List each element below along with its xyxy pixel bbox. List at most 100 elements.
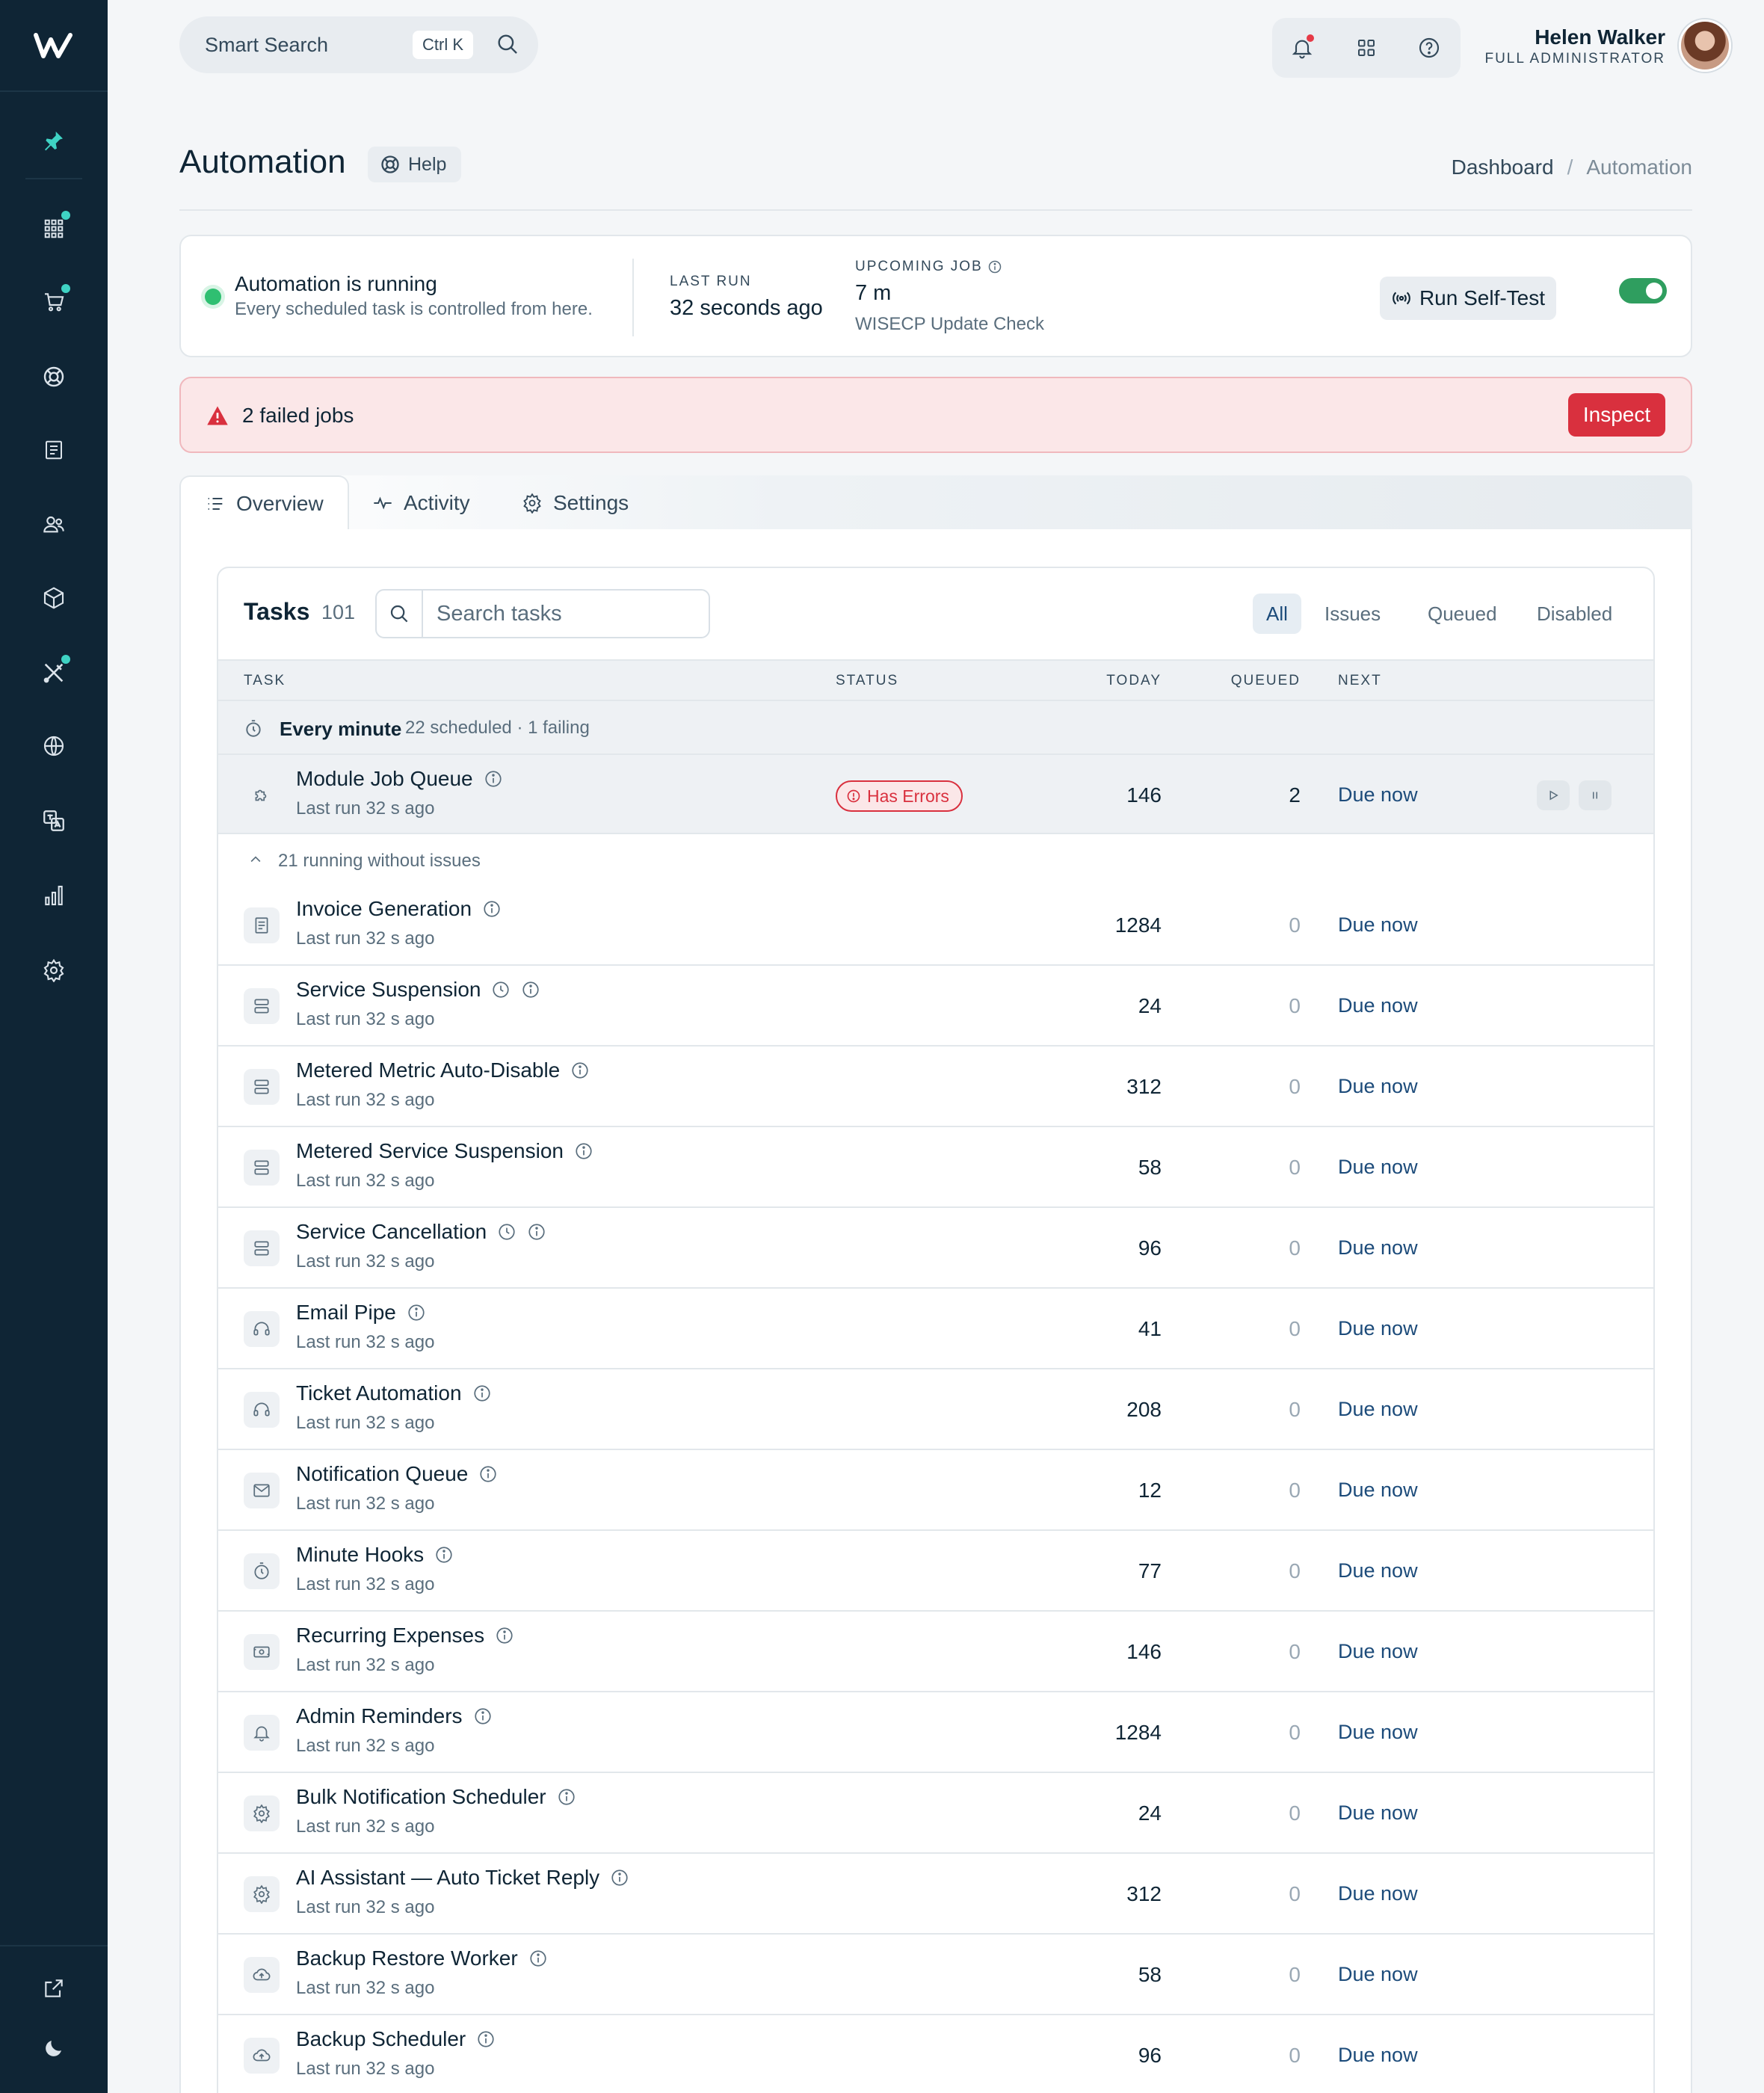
headset-icon <box>244 1392 280 1428</box>
table-row[interactable]: Metered Metric Auto-Disable Last run 32 s… <box>218 1046 1653 1127</box>
sidebar-item-open-client-area[interactable] <box>33 1967 75 2009</box>
filter-all[interactable]: All <box>1253 594 1301 634</box>
sidebar-item-reports[interactable] <box>33 875 75 916</box>
table-row[interactable]: Minute Hooks Last run 32 s ago 77 0 Due now <box>218 1531 1653 1612</box>
pause-button[interactable] <box>1579 780 1612 810</box>
info-icon[interactable] <box>476 2029 496 2049</box>
apps-grid-icon <box>1358 40 1375 56</box>
pulse-icon <box>374 496 392 510</box>
sidebar-item-domains[interactable] <box>33 725 75 767</box>
info-icon[interactable] <box>570 1061 590 1080</box>
filter-disabled[interactable]: Disabled <box>1523 594 1626 634</box>
task-next[interactable]: Due now <box>1338 1801 1418 1825</box>
sidebar-item-support[interactable] <box>33 356 75 398</box>
sidebar-item-languages[interactable] <box>33 800 75 842</box>
task-next[interactable]: Due now <box>1338 1721 1418 1744</box>
table-row[interactable]: AI Assistant — Auto Ticket Reply Last run… <box>218 1854 1653 1935</box>
info-icon[interactable] <box>610 1868 629 1887</box>
info-icon[interactable] <box>478 1464 498 1484</box>
task-next[interactable]: Due now <box>1338 1559 1418 1582</box>
sidebar-item-billing[interactable] <box>33 429 75 471</box>
task-next[interactable]: Due now <box>1338 1963 1418 1986</box>
table-row[interactable]: Metered Service Suspension Last run 32 s … <box>218 1127 1653 1208</box>
table-row[interactable]: Recurring Expenses Last run 32 s ago 146 0 D… <box>218 1612 1653 1692</box>
play-icon <box>1549 790 1558 801</box>
info-icon[interactable] <box>557 1787 576 1807</box>
automation-toggle[interactable] <box>1619 278 1667 303</box>
task-next[interactable]: Due now <box>1338 994 1418 1017</box>
cloud-upload-icon <box>244 2038 280 2074</box>
schedule-group[interactable]: Every minute 22 scheduled · 1 failing <box>218 701 1653 755</box>
filter-queued[interactable]: Queued <box>1414 594 1511 634</box>
notifications-button[interactable] <box>1286 31 1319 64</box>
apps-button[interactable] <box>1350 31 1383 64</box>
task-next[interactable]: Due now <box>1338 1317 1418 1340</box>
theme-toggle[interactable] <box>33 2027 75 2069</box>
info-icon[interactable] <box>521 980 540 999</box>
inspect-button[interactable]: Inspect <box>1568 393 1665 437</box>
sidebar-item-pinned[interactable] <box>33 120 75 161</box>
task-next[interactable]: Due now <box>1338 1640 1418 1663</box>
help-button[interactable]: Help <box>368 147 462 182</box>
smart-search[interactable]: Smart Search Ctrl K <box>179 16 538 73</box>
task-search-input[interactable] <box>425 591 709 637</box>
table-row[interactable]: Bulk Notification Scheduler Last run 32 s… <box>218 1773 1653 1854</box>
sidebar-item-settings[interactable] <box>33 949 75 991</box>
search-icon[interactable] <box>377 591 423 637</box>
clock-icon[interactable] <box>497 1222 516 1242</box>
info-icon[interactable] <box>407 1303 426 1322</box>
task-next[interactable]: Due now <box>1338 2044 1418 2067</box>
info-icon[interactable] <box>434 1545 454 1565</box>
tab-overview[interactable]: Overview <box>179 475 349 531</box>
task-today: 12 <box>1138 1479 1162 1502</box>
info-icon[interactable] <box>527 1222 546 1242</box>
page-title: Automation <box>179 144 346 180</box>
run-self-test-button[interactable]: Run Self-Test <box>1380 277 1556 320</box>
sidebar-item-orders[interactable] <box>33 281 75 323</box>
info-icon[interactable] <box>484 769 503 789</box>
clock-icon[interactable] <box>491 980 511 999</box>
info-icon[interactable] <box>528 1949 548 1968</box>
task-next[interactable]: Due now <box>1338 1156 1418 1179</box>
info-icon[interactable] <box>574 1141 593 1161</box>
task-next[interactable]: Due now <box>1338 1398 1418 1421</box>
tools-icon <box>43 663 64 683</box>
breadcrumb-dashboard[interactable]: Dashboard <box>1452 155 1554 179</box>
sidebar-item-tools[interactable] <box>33 652 75 694</box>
table-row[interactable]: Invoice Generation Last run 32 s ago 1284 0… <box>218 885 1653 966</box>
task-next[interactable]: Due now <box>1338 1479 1418 1502</box>
table-row[interactable]: Service Cancellation Last run 32 s ago 96 0… <box>218 1208 1653 1289</box>
sidebar-item-products[interactable] <box>33 577 75 619</box>
task-next[interactable]: Due now <box>1338 1075 1418 1098</box>
tab-settings[interactable]: Settings <box>522 475 629 531</box>
avatar[interactable] <box>1679 19 1731 72</box>
info-icon[interactable] <box>472 1384 492 1403</box>
table-row[interactable]: Service Suspension Last run 32 s ago 24 0 Du… <box>218 966 1653 1046</box>
collapse-healthy-toggle[interactable]: 21 running without issues <box>218 834 1653 885</box>
receipt-icon <box>46 440 62 460</box>
table-row-error[interactable]: Module Job Queue Last run 32 s ago Has E… <box>218 755 1653 834</box>
user-name[interactable]: Helen Walker <box>1535 25 1665 49</box>
logo[interactable] <box>0 0 108 92</box>
table-row[interactable]: Notification Queue Last run 32 s ago 12 0 Du… <box>218 1450 1653 1531</box>
task-next[interactable]: Due now <box>1338 1236 1418 1260</box>
info-icon[interactable] <box>495 1626 514 1645</box>
table-row[interactable]: Backup Scheduler Last run 32 s ago 96 0 Due … <box>218 2015 1653 2093</box>
tab-activity[interactable]: Activity <box>372 475 470 531</box>
sidebar-item-apps[interactable] <box>33 208 75 250</box>
table-row[interactable]: Ticket Automation Last run 32 s ago 208 0 Du… <box>218 1369 1653 1450</box>
info-icon[interactable] <box>482 899 502 919</box>
alert-circle-icon <box>847 789 860 803</box>
task-next[interactable]: Due now <box>1338 1882 1418 1905</box>
info-icon[interactable] <box>473 1707 493 1726</box>
last-run-label: LAST RUN <box>670 274 752 289</box>
table-row[interactable]: Backup Restore Worker Last run 32 s ago 58… <box>218 1935 1653 2015</box>
task-next[interactable]: Due now <box>1338 913 1418 937</box>
info-icon[interactable] <box>987 259 1002 274</box>
table-row[interactable]: Admin Reminders Last run 32 s ago 1284 0 Due… <box>218 1692 1653 1773</box>
sidebar-item-clients[interactable] <box>33 504 75 546</box>
filter-issues[interactable]: Issues <box>1311 594 1394 634</box>
help-center-button[interactable] <box>1413 31 1446 64</box>
run-button[interactable] <box>1537 780 1570 810</box>
table-row[interactable]: Email Pipe Last run 32 s ago 41 0 Due now <box>218 1289 1653 1369</box>
